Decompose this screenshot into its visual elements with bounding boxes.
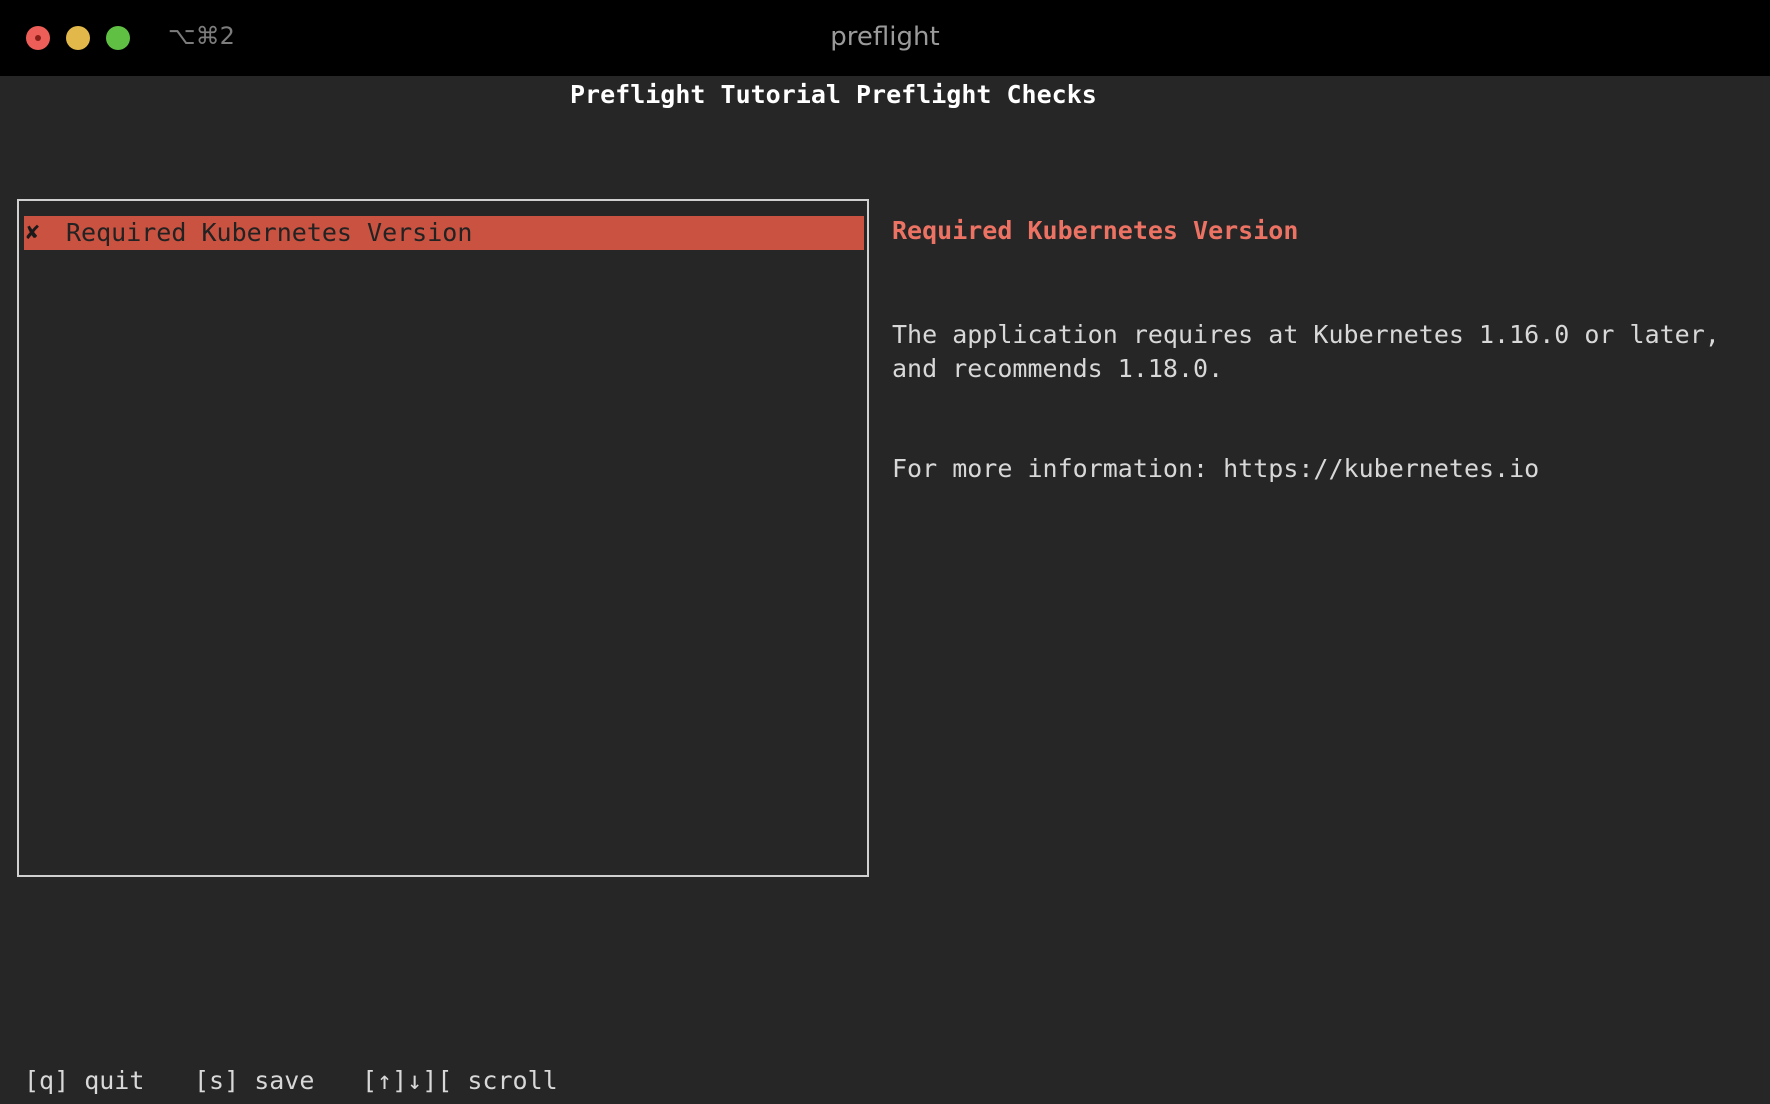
detail-description: The application requires at Kubernetes 1… xyxy=(892,320,1720,383)
detail-title: Required Kubernetes Version xyxy=(892,216,1299,245)
page-title: Preflight Tutorial Preflight Checks xyxy=(570,80,1097,109)
list-item[interactable]: ✘ Required Kubernetes Version xyxy=(24,216,864,250)
terminal-window: ⌥⌘2 preflight Preflight Tutorial Preflig… xyxy=(0,0,1770,1104)
fail-x-icon: ✘ xyxy=(26,220,40,245)
checks-list[interactable]: ✘ Required Kubernetes Version xyxy=(17,199,869,877)
window-title: preflight xyxy=(830,22,940,52)
scroll-hint: [↑]↓][ scroll xyxy=(362,1066,558,1095)
save-hint: [s] save xyxy=(194,1066,315,1095)
quit-hint: [q] quit xyxy=(24,1066,145,1095)
more-info-text: For more information: https://kubernetes… xyxy=(892,454,1540,483)
check-label: Required Kubernetes Version xyxy=(66,218,473,247)
title-bar: ⌥⌘2 preflight xyxy=(0,0,1770,76)
